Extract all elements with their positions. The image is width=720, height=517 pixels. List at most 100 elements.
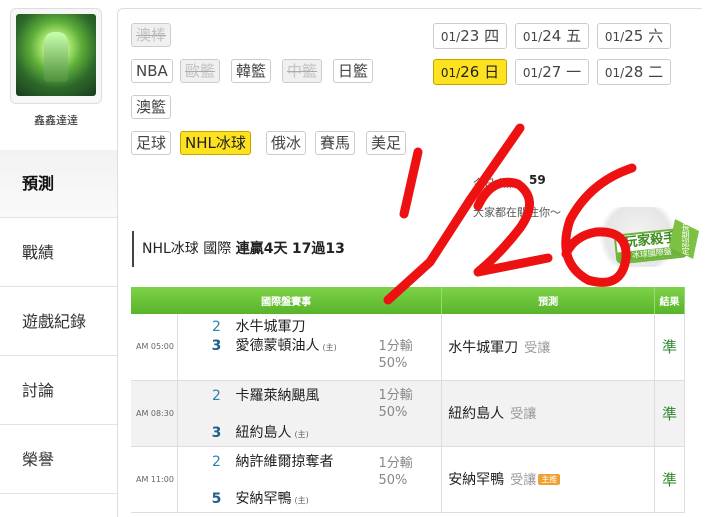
spread-pct: 50% [378, 356, 408, 371]
page: 鑫鑫達達 預測 戰績 遊戲紀錄 討論 榮譽 澳棒 NBA 歐籃 韓籃 中籃 日籃… [0, 0, 720, 517]
popularity-value: 59 [529, 173, 546, 187]
sport-tab-nhl[interactable]: NHL冰球 [180, 131, 251, 155]
header-international-games: 國際盤賽事 [131, 287, 443, 314]
home-score: 3 [211, 424, 222, 441]
game-teams: 2 水牛城軍刀 3 愛德蒙頓油人 (主) 1分輸 50% [177, 314, 443, 381]
game-time: AM 11:00 [131, 446, 179, 513]
prediction-cell: 水牛城軍刀 受讓 [441, 314, 655, 381]
table-row[interactable]: AM 11:00 2 納許維爾掠奪者 5 安納罕鴨 (主) 1分輸 50% 安納… [131, 446, 686, 513]
result-cell: 準 [654, 446, 686, 513]
avatar-frame[interactable] [10, 8, 102, 104]
date-weekday: 一 [566, 63, 582, 81]
spread-result: 1分輸 [378, 387, 413, 403]
date-weekday: 五 [566, 27, 582, 45]
summary-streak: 連贏4天 [235, 241, 288, 257]
date-weekday: 日 [484, 63, 500, 81]
header-prediction: 預測 [441, 287, 655, 314]
date-button-0126[interactable]: 01/26 日 [433, 59, 507, 85]
date-day: 25 [624, 27, 644, 45]
date-day: 23 [460, 27, 480, 45]
away-team-line: 2 水牛城軍刀 [178, 318, 438, 336]
predicted-team: 安納罕鴨 [448, 472, 505, 488]
home-team-line: 5 安納罕鴨 (主) [178, 490, 438, 508]
date-day: 26 [460, 63, 480, 81]
popularity-note: 大家都在關注你～ [473, 206, 561, 219]
main-panel: 澳棒 NBA 歐籃 韓籃 中籃 日籃 澳籃 足球 NHL冰球 俄冰 賽馬 美足 … [117, 8, 702, 517]
date-weekday: 二 [648, 63, 664, 81]
home-team: 愛德蒙頓油人 [235, 338, 320, 354]
date-button-0123[interactable]: 01/23 四 [433, 23, 507, 49]
sport-tab-japan-basketball[interactable]: 日籃 [333, 59, 374, 83]
prediction-cell: 紐約島人 受讓 [441, 380, 655, 447]
player-killer-badge: 玩家殺手 冰球國際盤 長期認定 [593, 193, 703, 283]
predictions-table: 國際盤賽事 預測 結果 AM 05:00 2 水牛城軍刀 3 愛德蒙頓油人 (主) [131, 287, 686, 513]
date-month: 01/ [522, 66, 543, 80]
nav-item-game-log[interactable]: 遊戲紀錄 [0, 287, 117, 356]
date-button-0124[interactable]: 01/24 五 [515, 23, 589, 49]
prediction-cell: 安納罕鴨 受讓 主推 [441, 446, 655, 513]
summary-record: 17過13 [291, 241, 345, 257]
sport-tab-aus-basketball[interactable]: 澳籃 [131, 95, 172, 119]
sport-tab-russia-hockey[interactable]: 俄冰 [266, 131, 307, 155]
sidebar-nav: 預測 戰績 遊戲紀錄 討論 榮譽 [0, 150, 117, 494]
popularity-label: 今日人氣 [473, 177, 517, 190]
nav-item-discussion[interactable]: 討論 [0, 356, 117, 425]
pick-type: 受讓 [524, 340, 551, 356]
date-weekday: 四 [484, 27, 500, 45]
game-time: AM 08:30 [131, 380, 179, 447]
game-time: AM 05:00 [131, 314, 179, 381]
spread-pct: 50% [378, 404, 408, 420]
home-team-line: 3 紐約島人 (主) [178, 424, 438, 442]
date-month: 01/ [522, 30, 543, 44]
date-day: 27 [542, 63, 562, 81]
home-team-name: 紐約島人 (主) [235, 424, 308, 444]
summary-league: NHL冰球 [142, 241, 199, 257]
table-header-row: 國際盤賽事 預測 結果 [131, 287, 686, 314]
nav-item-predict[interactable]: 預測 [0, 150, 117, 218]
date-day: 24 [542, 27, 562, 45]
spread-result: 1分輸 [378, 455, 413, 471]
sport-tab-nba[interactable]: NBA [131, 59, 173, 83]
sport-tab-china-basketball[interactable]: 中籃 [282, 59, 323, 83]
sport-tab-soccer[interactable]: 足球 [131, 131, 172, 155]
away-score: 2 [212, 387, 221, 404]
date-month: 01/ [604, 66, 625, 80]
result-cell: 準 [654, 380, 686, 447]
odds-block: 1分輸 50% [378, 338, 412, 372]
summary-market: 國際 [203, 241, 232, 257]
odds-block: 1分輸 50% [378, 387, 412, 421]
home-score: 5 [211, 490, 222, 507]
sport-tab-korea-basketball[interactable]: 韓籃 [231, 59, 272, 83]
pick-type: 受讓 [510, 473, 537, 488]
away-score: 2 [212, 453, 221, 470]
home-marker: (主) [294, 429, 309, 439]
home-team: 安納罕鴨 [235, 490, 292, 507]
home-marker: (主) [322, 343, 337, 352]
date-month: 01/ [604, 30, 625, 44]
game-teams: 2 卡羅萊納颶風 3 紐約島人 (主) 1分輸 50% [177, 380, 443, 447]
table-row[interactable]: AM 08:30 2 卡羅萊納颶風 3 紐約島人 (主) 1分輸 50% 紐約島… [131, 380, 686, 447]
avatar[interactable] [16, 14, 96, 96]
date-button-0127[interactable]: 01/27 一 [515, 59, 589, 85]
nav-item-record[interactable]: 戰績 [0, 218, 117, 287]
date-button-0128[interactable]: 01/28 二 [597, 59, 671, 85]
away-score: 2 [212, 319, 221, 335]
away-team: 納許維爾掠奪者 [235, 453, 334, 470]
date-month: 01/ [440, 66, 461, 80]
sport-tab-aus-baseball[interactable]: 澳棒 [131, 23, 172, 47]
date-month: 01/ [440, 30, 461, 44]
header-result: 結果 [654, 287, 686, 314]
home-team: 紐約島人 [235, 424, 292, 441]
date-day: 28 [624, 63, 644, 81]
result-cell: 準 [654, 314, 686, 381]
sport-tab-horse-racing[interactable]: 賽馬 [315, 131, 356, 155]
nav-item-honor[interactable]: 榮譽 [0, 425, 117, 494]
pick-type: 受讓 [510, 407, 537, 422]
sport-tab-euro-basketball[interactable]: 歐籃 [180, 59, 221, 83]
home-marker: (主) [294, 495, 309, 505]
date-button-0125[interactable]: 01/25 六 [597, 23, 671, 49]
sport-tab-american-football[interactable]: 美足 [366, 131, 407, 155]
table-row[interactable]: AM 05:00 2 水牛城軍刀 3 愛德蒙頓油人 (主) 1分輸 50% 水牛… [131, 314, 686, 381]
username[interactable]: 鑫鑫達達 [0, 112, 112, 128]
home-team-name: 安納罕鴨 (主) [235, 490, 308, 510]
